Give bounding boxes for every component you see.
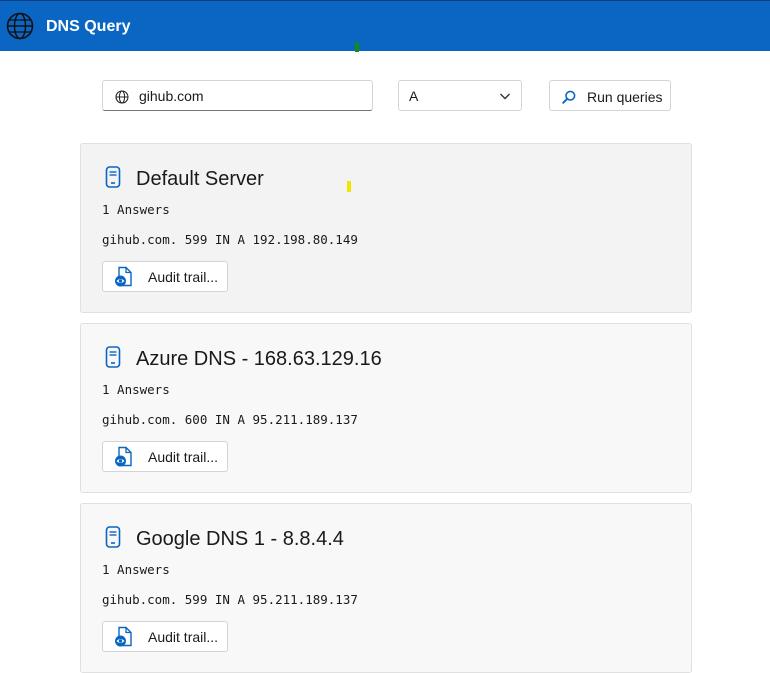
chevron-down-icon <box>500 93 510 100</box>
dns-record: gihub.com. 599 IN A 192.198.80.149 <box>102 232 358 247</box>
result-card: Default Server 1 Answers gihub.com. 599 … <box>80 143 692 313</box>
record-type-select[interactable]: A <box>398 80 522 111</box>
server-name: Azure DNS - 168.63.129.16 <box>136 348 382 370</box>
server-name: Google DNS 1 - 8.8.4.4 <box>136 528 344 550</box>
server-icon <box>105 346 121 368</box>
server-name: Default Server <box>136 168 264 190</box>
answer-count: 1 Answers <box>102 202 170 217</box>
result-card: Google DNS 1 - 8.8.4.4 1 Answers gihub.c… <box>80 503 692 673</box>
audit-trail-label: Audit trail... <box>148 269 219 285</box>
audit-trail-button[interactable]: Audit trail... <box>102 621 228 652</box>
audit-document-icon <box>115 266 132 287</box>
answer-count: 1 Answers <box>102 562 170 577</box>
run-queries-label: Run queries <box>587 89 663 105</box>
highlight-marker <box>347 181 351 192</box>
result-card: Azure DNS - 168.63.129.16 1 Answers gihu… <box>80 323 692 493</box>
globe-icon <box>115 90 129 104</box>
audit-trail-button[interactable]: Audit trail... <box>102 261 228 292</box>
record-type-value: A <box>409 88 419 104</box>
dns-record: gihub.com. 600 IN A 95.211.189.137 <box>102 412 358 427</box>
answer-count: 1 Answers <box>102 382 170 397</box>
audit-trail-button[interactable]: Audit trail... <box>102 441 228 472</box>
search-icon <box>562 90 576 104</box>
app-title: DNS Query <box>46 18 131 35</box>
server-icon <box>105 526 121 548</box>
globe-icon <box>6 12 34 40</box>
audit-document-icon <box>115 626 132 647</box>
audit-trail-label: Audit trail... <box>148 629 219 645</box>
server-icon <box>105 166 121 188</box>
dns-record: gihub.com. 599 IN A 95.211.189.137 <box>102 592 358 607</box>
audit-document-icon <box>115 446 132 467</box>
app-header: DNS Query <box>0 0 770 52</box>
domain-input[interactable] <box>102 80 373 111</box>
run-queries-button[interactable]: Run queries <box>549 80 671 111</box>
header-marker <box>355 42 359 52</box>
audit-trail-label: Audit trail... <box>148 449 219 465</box>
domain-field[interactable] <box>139 86 359 106</box>
